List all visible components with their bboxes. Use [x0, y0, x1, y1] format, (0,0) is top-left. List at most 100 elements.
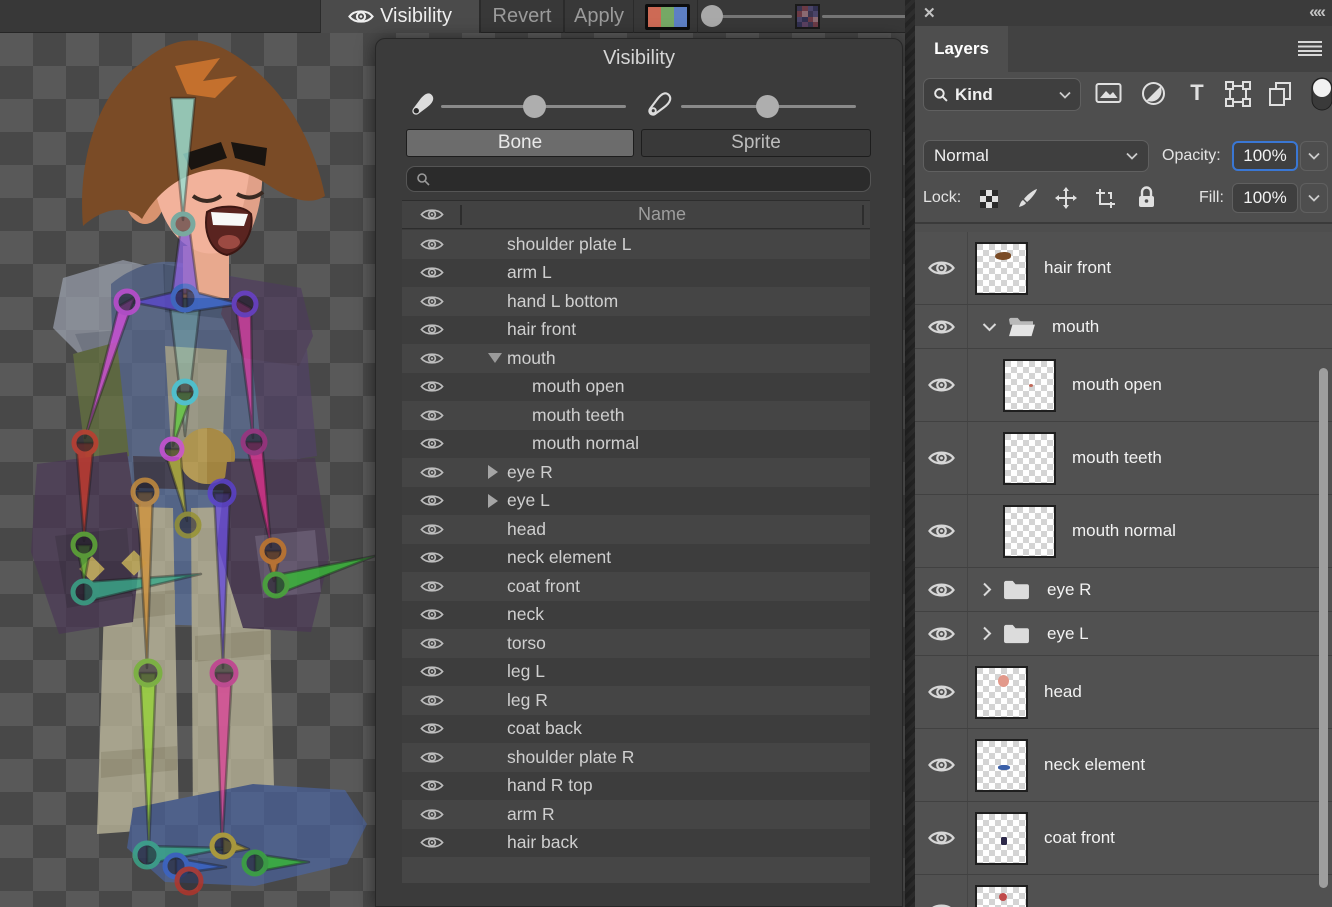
eye-visible-icon[interactable]	[420, 379, 446, 394]
visibility-row[interactable]: neck element	[402, 544, 870, 573]
layer-name[interactable]: eye R	[1047, 580, 1091, 600]
close-icon[interactable]: ✕	[923, 4, 936, 22]
collapse-panel-icon[interactable]: ««	[1309, 2, 1324, 22]
eye-visible-icon[interactable]	[420, 693, 446, 708]
visibility-row[interactable]: mouth teeth	[402, 401, 870, 430]
visibility-row[interactable]: shoulder plate R	[402, 743, 870, 772]
layer-thumbnail[interactable]	[1003, 359, 1056, 412]
layer-visibility-toggle[interactable]	[915, 875, 968, 907]
layer-thumbnail[interactable]	[975, 812, 1028, 865]
tab-bone[interactable]: Bone	[406, 129, 634, 157]
layer-thumbnail[interactable]	[1003, 432, 1056, 485]
eye-visible-icon[interactable]	[420, 607, 446, 622]
layer-name[interactable]: mouth	[1052, 317, 1099, 337]
toolbar-slider-knob[interactable]	[701, 5, 723, 27]
layer-thumbnail[interactable]	[975, 242, 1028, 295]
visibility-row[interactable]: eye L	[402, 487, 870, 516]
disclosure-triangle[interactable]	[488, 465, 507, 479]
eye-visible-icon[interactable]	[420, 408, 446, 423]
disclosure-triangle[interactable]	[488, 494, 507, 508]
layer-group-row[interactable]: eye R	[915, 568, 1332, 612]
eye-visible-icon[interactable]	[420, 522, 446, 537]
pattern-swatch[interactable]	[797, 6, 818, 27]
layer-name[interactable]: coat front	[1044, 828, 1115, 848]
lock-pixels-brush-icon[interactable]	[1017, 187, 1039, 209]
visibility-row[interactable]: arm L	[402, 259, 870, 288]
visibility-row[interactable]: coat front	[402, 572, 870, 601]
layer-row[interactable]: hair front	[915, 232, 1332, 305]
apply-button[interactable]: Apply	[564, 0, 634, 33]
layer-row[interactable]: coat front	[915, 802, 1332, 875]
bone-slider-knob[interactable]	[523, 95, 546, 118]
panel-menu-icon[interactable]	[1298, 40, 1322, 56]
revert-button[interactable]: Revert	[480, 0, 564, 33]
visibility-row[interactable]: neck	[402, 601, 870, 630]
layer-name[interactable]: neck element	[1044, 755, 1145, 775]
eye-visible-icon[interactable]	[420, 721, 446, 736]
layer-row[interactable]: mouth normal	[915, 495, 1332, 568]
visibility-row[interactable]: arm R	[402, 800, 870, 829]
eye-visible-icon[interactable]	[420, 835, 446, 850]
chevron-right-icon[interactable]	[982, 626, 992, 641]
filter-image-icon[interactable]	[1095, 81, 1122, 105]
color-swatch-button[interactable]	[645, 4, 690, 30]
eye-visible-icon[interactable]	[420, 493, 446, 508]
layer-group-row[interactable]: eye L	[915, 612, 1332, 656]
search-input[interactable]	[436, 170, 845, 189]
layer-visibility-toggle[interactable]	[915, 495, 968, 567]
disclosure-triangle[interactable]	[488, 353, 507, 363]
layer-group-row[interactable]: mouth	[915, 305, 1332, 349]
kind-filter-dropdown[interactable]: Kind	[923, 78, 1081, 111]
eye-visible-icon[interactable]	[420, 807, 446, 822]
layers-scrollbar-thumb[interactable]	[1319, 368, 1328, 888]
layer-name[interactable]: eye L	[1047, 624, 1089, 644]
layer-row[interactable]: neck element	[915, 729, 1332, 802]
layer-visibility-toggle[interactable]	[915, 656, 968, 728]
layer-name[interactable]: hair front	[1044, 258, 1111, 278]
filter-smart-object-icon[interactable]	[1267, 81, 1293, 107]
layer-visibility-toggle[interactable]	[915, 349, 968, 421]
visibility-row[interactable]: hair front	[402, 316, 870, 345]
layer-visibility-toggle[interactable]	[915, 568, 968, 611]
filter-type-icon[interactable]: T	[1185, 81, 1209, 105]
lock-position-move-icon[interactable]	[1055, 187, 1077, 209]
layer-name[interactable]: mouth open	[1072, 375, 1162, 395]
eye-visible-icon[interactable]	[420, 294, 446, 309]
search-box[interactable]	[406, 166, 871, 192]
chevron-right-icon[interactable]	[982, 582, 992, 597]
visibility-tool-button[interactable]: Visibility	[320, 0, 480, 33]
fill-dropdown-button[interactable]	[1300, 183, 1328, 213]
eye-visible-icon[interactable]	[420, 436, 446, 451]
eye-visible-icon[interactable]	[420, 778, 446, 793]
eye-visible-icon[interactable]	[420, 351, 446, 366]
layer-visibility-toggle[interactable]	[915, 729, 968, 801]
visibility-row[interactable]: leg R	[402, 686, 870, 715]
visibility-row[interactable]: mouth	[402, 344, 870, 373]
blend-mode-dropdown[interactable]: Normal	[923, 140, 1149, 172]
filter-adjustment-icon[interactable]	[1141, 81, 1166, 106]
layer-visibility-toggle[interactable]	[915, 422, 968, 494]
lock-transparency-icon[interactable]	[979, 189, 999, 209]
visibility-row[interactable]: torso	[402, 629, 870, 658]
layer-thumbnail[interactable]	[975, 666, 1028, 719]
eye-visible-icon[interactable]	[420, 750, 446, 765]
layer-thumbnail[interactable]	[975, 739, 1028, 792]
layer-thumbnail[interactable]	[975, 885, 1028, 907]
eye-visible-icon[interactable]	[420, 265, 446, 280]
visibility-row[interactable]: coat back	[402, 715, 870, 744]
eye-visible-icon[interactable]	[420, 636, 446, 651]
layer-row[interactable]	[915, 875, 1332, 907]
opacity-field[interactable]: 100%	[1232, 141, 1298, 171]
visibility-row[interactable]: head	[402, 515, 870, 544]
visibility-row[interactable]: hand L bottom	[402, 287, 870, 316]
visibility-row[interactable]: hair back	[402, 829, 870, 858]
visibility-row[interactable]: eye R	[402, 458, 870, 487]
lock-artboard-icon[interactable]	[1095, 188, 1119, 209]
visibility-row[interactable]: mouth normal	[402, 430, 870, 459]
layer-visibility-toggle[interactable]	[915, 305, 968, 348]
layer-name[interactable]: mouth normal	[1072, 521, 1176, 541]
eye-visible-icon[interactable]	[420, 322, 446, 337]
tab-sprite[interactable]: Sprite	[641, 129, 871, 157]
sprite-slider-knob[interactable]	[756, 95, 779, 118]
tab-layers[interactable]: Layers	[915, 26, 1008, 72]
